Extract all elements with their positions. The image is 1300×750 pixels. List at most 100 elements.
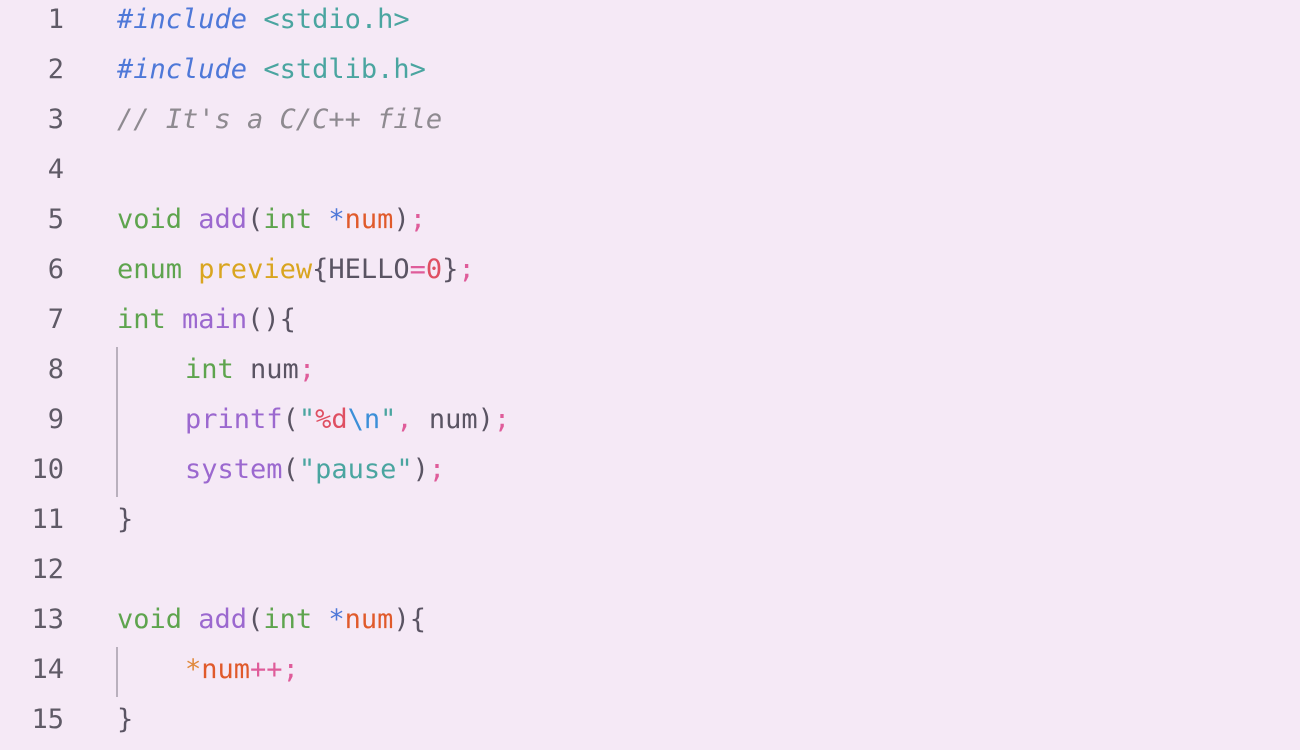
code-text: #include <stdlib.h> bbox=[117, 45, 426, 95]
token-punc: ( bbox=[282, 454, 299, 485]
code-line[interactable]: 6 enum preview{HELLO=0}; bbox=[0, 245, 1300, 295]
token-type: void bbox=[117, 204, 183, 235]
token-str: "pause" bbox=[298, 454, 413, 485]
code-line[interactable]: 5 void add(int *num); bbox=[0, 195, 1300, 245]
code-text: printf("%d\n", num); bbox=[185, 395, 510, 445]
token-preproc: #include bbox=[117, 54, 248, 85]
line-number: 6 bbox=[47, 254, 64, 285]
token-enumname: preview bbox=[198, 254, 313, 285]
token-punc: ( bbox=[247, 204, 264, 235]
token-punc: { bbox=[312, 254, 329, 285]
token-star: * bbox=[328, 604, 345, 635]
token-punc bbox=[247, 4, 263, 35]
code-text: void add(int *num); bbox=[117, 195, 426, 245]
token-punc: ){ bbox=[393, 604, 426, 635]
line-number: 1 bbox=[47, 4, 64, 35]
token-punc bbox=[182, 254, 198, 285]
token-punc bbox=[247, 54, 263, 85]
token-punc bbox=[166, 304, 182, 335]
line-number: 15 bbox=[31, 704, 64, 735]
token-func: system bbox=[185, 454, 283, 485]
token-punc: ( bbox=[282, 404, 299, 435]
token-deref: * bbox=[185, 654, 202, 685]
code-line[interactable]: 3 // It's a C/C++ file bbox=[0, 95, 1300, 145]
code-line[interactable]: 12 bbox=[0, 545, 1300, 595]
line-number: 3 bbox=[47, 104, 64, 135]
token-punc: ( bbox=[247, 604, 264, 635]
token-func: add bbox=[198, 604, 248, 635]
token-comment: // It's a C/C++ file bbox=[117, 104, 443, 135]
token-const: HELLO bbox=[328, 254, 410, 285]
token-preproc: #include bbox=[117, 4, 248, 35]
token-punc: num) bbox=[412, 404, 494, 435]
token-header: <stdlib.h> bbox=[263, 54, 426, 85]
token-type: enum bbox=[117, 254, 183, 285]
token-semi: ; bbox=[298, 354, 316, 385]
token-punc: ) bbox=[412, 454, 429, 485]
token-param: num bbox=[344, 204, 394, 235]
token-semi: , bbox=[396, 404, 413, 435]
line-number: 9 bbox=[47, 404, 64, 435]
code-text: void add(int *num){ bbox=[117, 595, 426, 645]
token-type: int bbox=[117, 304, 166, 335]
code-line[interactable]: 15} bbox=[0, 695, 1300, 745]
code-text: enum preview{HELLO=0}; bbox=[117, 245, 475, 295]
line-number: 5 bbox=[47, 204, 64, 235]
token-punc bbox=[312, 204, 328, 235]
token-type: int bbox=[263, 604, 313, 635]
token-punc: num bbox=[233, 354, 299, 385]
code-line[interactable]: 10 system("pause"); bbox=[0, 445, 1300, 495]
code-text: int num; bbox=[185, 345, 315, 395]
code-line[interactable]: 8 int num; bbox=[0, 345, 1300, 395]
line-number: 10 bbox=[31, 454, 64, 485]
token-num: 0 bbox=[425, 254, 443, 285]
token-semi: ; bbox=[428, 454, 446, 485]
token-str: " bbox=[298, 404, 316, 435]
code-line[interactable]: 4 bbox=[0, 145, 1300, 195]
code-text: } bbox=[117, 495, 133, 545]
code-editor[interactable]: 1 #include <stdio.h> 2 #include <stdlib.h> 3… bbox=[0, 0, 1300, 750]
code-line[interactable]: 9 printf("%d\n", num); bbox=[0, 395, 1300, 445]
token-semi: ; bbox=[493, 404, 511, 435]
code-line[interactable]: 7 int main(){ bbox=[0, 295, 1300, 345]
token-param: num bbox=[201, 654, 251, 685]
code-line[interactable]: 1 #include <stdio.h> bbox=[0, 0, 1300, 45]
token-op: = bbox=[409, 254, 426, 285]
token-func: main bbox=[182, 304, 248, 335]
token-punc: } bbox=[117, 704, 134, 735]
token-func: add bbox=[198, 204, 248, 235]
line-number: 14 bbox=[31, 654, 64, 685]
token-op: ++ bbox=[250, 654, 283, 685]
line-number: 13 bbox=[31, 604, 64, 635]
token-punc: (){ bbox=[247, 304, 296, 335]
code-line[interactable]: 2 #include <stdlib.h> bbox=[0, 45, 1300, 95]
code-text: // It's a C/C++ file bbox=[117, 95, 442, 145]
line-number: 12 bbox=[31, 554, 64, 585]
token-punc: } bbox=[117, 504, 134, 535]
token-punc: } bbox=[442, 254, 459, 285]
token-type: int bbox=[185, 354, 234, 385]
token-type: void bbox=[117, 604, 183, 635]
token-esc: \n bbox=[347, 404, 381, 435]
token-punc: ) bbox=[393, 204, 410, 235]
token-punc bbox=[312, 604, 328, 635]
token-punc bbox=[182, 604, 198, 635]
line-number: 8 bbox=[47, 354, 64, 385]
line-number: 2 bbox=[47, 54, 64, 85]
token-func: printf bbox=[185, 404, 283, 435]
token-semi: ; bbox=[282, 654, 299, 685]
token-str: " bbox=[380, 404, 397, 435]
code-text: int main(){ bbox=[117, 295, 296, 345]
code-text: *num++; bbox=[185, 645, 299, 695]
code-line[interactable]: 11} bbox=[0, 495, 1300, 545]
code-line[interactable]: 14 *num++; bbox=[0, 645, 1300, 695]
token-semi: ; bbox=[409, 204, 426, 235]
code-text: system("pause"); bbox=[185, 445, 445, 495]
token-semi: ; bbox=[458, 254, 475, 285]
token-punc bbox=[182, 204, 198, 235]
code-text: } bbox=[117, 695, 133, 745]
token-header: <stdio.h> bbox=[263, 4, 410, 35]
token-star: * bbox=[328, 204, 345, 235]
code-line[interactable]: 13 void add(int *num){ bbox=[0, 595, 1300, 645]
line-number: 11 bbox=[31, 504, 64, 535]
